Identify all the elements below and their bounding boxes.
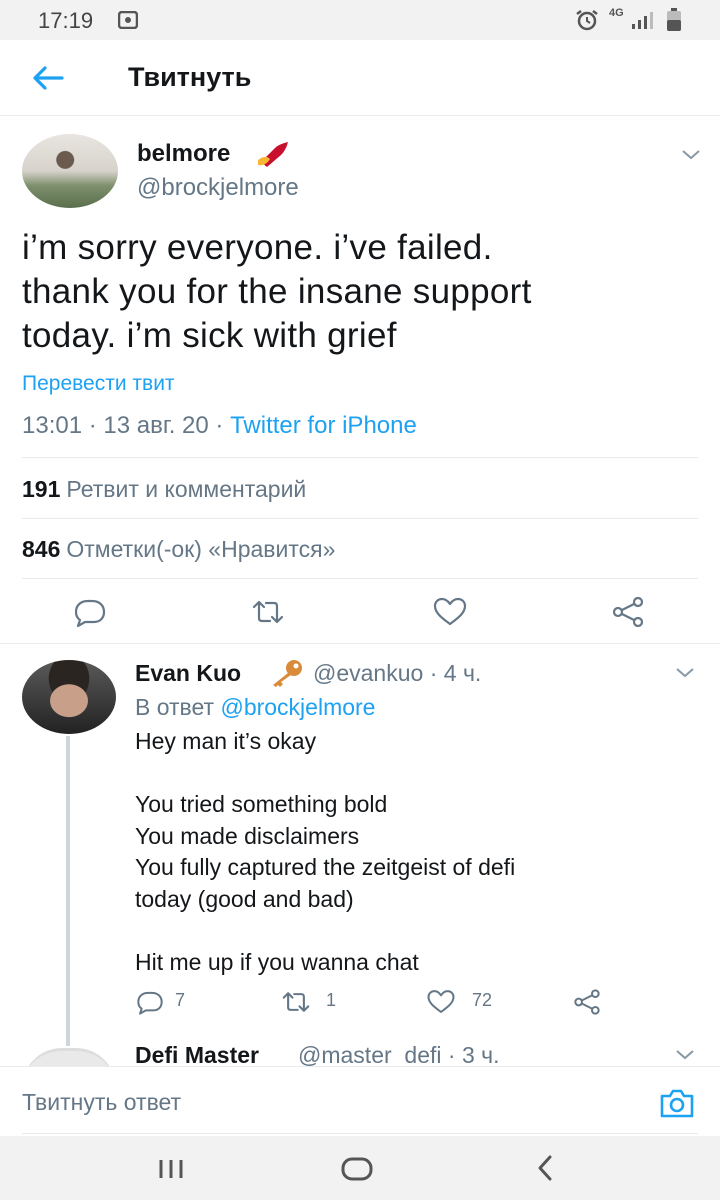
retweet-icon[interactable] (250, 596, 286, 628)
status-bar: 17:19 4G (0, 0, 720, 40)
share-icon (574, 989, 600, 1015)
like-heart-icon[interactable] (432, 596, 468, 628)
retweets-label: Ретвит и комментарий (66, 476, 307, 502)
author-name[interactable]: belmore (137, 140, 230, 168)
author-handle[interactable]: @brockjelmore (137, 174, 299, 202)
gallery-notification-icon (118, 11, 138, 29)
like-count: 72 (472, 990, 493, 1010)
reply-tweet[interactable]: Evan Kuo @evankuo · 4 ч. В ответ @brockj… (0, 644, 720, 1066)
next-reply-age: 3 ч. (461, 1042, 500, 1066)
retweets-count: 191 (22, 476, 61, 502)
battery-icon (667, 8, 681, 31)
top-app-bar: Твитнуть (0, 40, 720, 116)
page-title: Твитнуть (128, 62, 252, 92)
chevron-down-icon[interactable] (674, 1048, 696, 1062)
reply-text-line: Hit me up if you wanna chat (135, 948, 419, 975)
reply-input[interactable]: Твитнуть ответ (22, 1089, 181, 1116)
reply-like-button[interactable]: 72 (426, 988, 492, 1016)
tweet-meta: 13:01 · 13 авг. 20 · Twitter for iPhone (22, 412, 417, 440)
meta-separator: · (88, 412, 104, 439)
reply-composer: Твитнуть ответ (0, 1066, 720, 1136)
signal-icon (632, 12, 653, 29)
retweet-icon (282, 992, 310, 1012)
reply-to-label: В ответ (135, 694, 215, 720)
meta-separator: · (441, 1042, 462, 1066)
back-arrow-icon[interactable] (30, 62, 66, 94)
reply-text: Hey man it’s okay You tried something bo… (135, 726, 695, 978)
reply-text-line: today (good and bad) (135, 885, 354, 912)
tweet-source-link[interactable]: Twitter for iPhone (230, 412, 417, 439)
reply-text-line (135, 915, 695, 947)
reply-text-line: You fully captured the zeitgeist of defi (135, 854, 516, 880)
like-heart-icon (427, 990, 455, 1013)
chevron-down-icon[interactable] (680, 148, 702, 162)
reply-age: 4 ч. (443, 660, 482, 686)
reply-to-line: В ответ @brockjelmore (135, 694, 375, 721)
likes-stat[interactable]: 846 Отметки(-ок) «Нравится» (22, 536, 335, 563)
likes-label: Отметки(-ок) «Нравится» (66, 536, 336, 562)
next-reply-avatar[interactable] (22, 1048, 116, 1066)
recent-apps-icon[interactable] (156, 1158, 186, 1180)
reply-text-line: Hey man it’s okay (135, 728, 317, 754)
divider (22, 578, 698, 579)
main-tweet: belmore @brockjelmore i’m sorry everyone… (0, 116, 720, 644)
chevron-down-icon[interactable] (674, 666, 696, 680)
alarm-icon (576, 10, 598, 31)
rocket-emoji-icon (258, 142, 288, 167)
next-reply-author-handle[interactable]: @master_defi (298, 1042, 442, 1066)
reply-author-avatar[interactable] (22, 660, 116, 734)
reply-text-line: You tried something bold (135, 791, 388, 817)
retweets-stat[interactable]: 191 Ретвит и комментарий (22, 476, 306, 503)
tweet-date: 13 авг. 20 (103, 412, 209, 439)
retweet-count: 1 (326, 990, 337, 1010)
share-icon[interactable] (610, 596, 646, 628)
divider (22, 457, 698, 458)
author-avatar[interactable] (22, 134, 118, 208)
likes-count: 846 (22, 536, 61, 562)
system-back-icon[interactable] (534, 1154, 556, 1182)
tweet-text: i’m sorry everyone. i’ve failed. thank y… (22, 228, 532, 355)
divider (22, 1133, 698, 1134)
tweet-time: 13:01 (22, 412, 83, 439)
translate-tweet-link[interactable]: Перевести твит (22, 372, 175, 396)
divider (22, 518, 698, 519)
reply-reply-button[interactable]: 7 (135, 988, 185, 1016)
next-reply-handle-line: @master_defi · 3 ч. (298, 1042, 500, 1066)
reply-author-handle[interactable]: @evankuo (313, 660, 423, 686)
reply-author-handle-line: @evankuo · 4 ч. (313, 660, 481, 687)
reply-to-mention[interactable]: @brockjelmore (220, 694, 375, 720)
reply-text-line (135, 758, 695, 790)
reply-author-name[interactable]: Evan Kuo (135, 660, 241, 687)
network-type-icon: 4G (609, 7, 624, 19)
system-navigation-bar (0, 1136, 720, 1200)
thread-line (66, 736, 70, 1046)
key-emoji-icon (273, 660, 302, 687)
status-time: 17:19 (38, 8, 94, 33)
reply-count: 7 (175, 990, 186, 1010)
reply-retweet-button[interactable]: 1 (280, 988, 336, 1016)
home-icon[interactable] (340, 1156, 374, 1182)
next-reply-author-name[interactable]: Defi Master (135, 1042, 259, 1066)
camera-icon[interactable] (658, 1087, 696, 1119)
meta-separator: · (215, 412, 231, 439)
reply-icon (137, 991, 163, 1015)
reply-text-line: You made disclaimers (135, 822, 360, 849)
reply-icon[interactable] (72, 596, 108, 628)
meta-separator: · (423, 660, 444, 686)
reply-share-button[interactable] (572, 988, 602, 1016)
